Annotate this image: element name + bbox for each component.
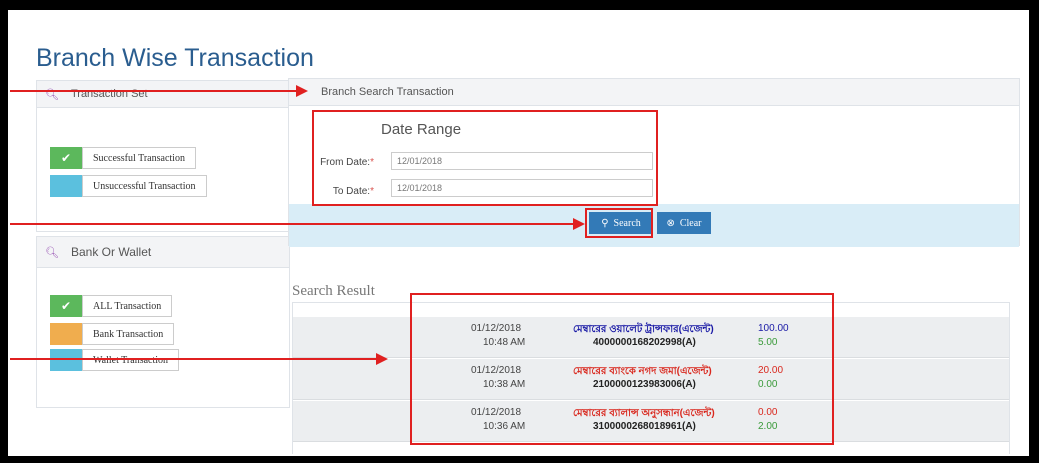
checkmark-icon: ✔ (50, 295, 82, 317)
unchecked-box (50, 175, 82, 197)
screenshot-frame: Branch Wise Transaction 🔍︎ Transaction S… (8, 10, 1029, 456)
search-icon: 🔍︎ (45, 246, 59, 259)
all-transaction-checkbox[interactable]: ✔ ALL Transaction (50, 295, 173, 317)
branch-search-header[interactable]: Branch Search Transaction (289, 79, 1019, 106)
bank-transaction-checkbox[interactable]: Bank Transaction (50, 323, 175, 345)
clear-icon: ⊗ (666, 217, 675, 229)
clear-button-label: Clear (679, 217, 702, 229)
action-bar (289, 204, 1019, 247)
bank-or-wallet-panel: 🔍︎ Bank Or Wallet ✔ ALL Transaction Bank… (36, 236, 290, 408)
unsuccessful-transaction-checkbox[interactable]: Unsuccessful Transaction (50, 175, 207, 197)
successful-transaction-checkbox[interactable]: ✔ Successful Transaction (50, 147, 196, 169)
checkmark-icon: ✔ (50, 147, 82, 169)
wallet-transaction-checkbox[interactable]: Wallet Transaction (50, 349, 180, 371)
transaction-set-panel: 🔍︎ Transaction Set ✔ Successful Transact… (36, 80, 290, 232)
arrow-head-2 (573, 218, 585, 230)
unsuccessful-transaction-label: Unsuccessful Transaction (82, 175, 207, 197)
wallet-transaction-label: Wallet Transaction (82, 349, 180, 371)
arrow-line-1 (10, 90, 298, 92)
result-highlight (410, 293, 834, 445)
all-transaction-label: ALL Transaction (82, 295, 173, 317)
search-result-title: Search Result (292, 283, 375, 299)
unchecked-box (50, 323, 82, 345)
clear-button[interactable]: ⊗ Clear (657, 212, 711, 234)
bank-or-wallet-title: Bank Or Wallet (70, 245, 152, 259)
search-button-highlight (585, 208, 653, 238)
unchecked-box (50, 349, 82, 371)
successful-transaction-label: Successful Transaction (82, 147, 196, 169)
arrow-head-3 (376, 353, 388, 365)
page-title: Branch Wise Transaction (36, 44, 314, 72)
arrow-head-1 (296, 85, 308, 97)
arrow-line-3 (10, 358, 378, 360)
arrow-line-2 (10, 223, 575, 225)
branch-search-title: Branch Search Transaction (321, 86, 454, 98)
date-range-highlight (312, 110, 658, 206)
bank-or-wallet-header[interactable]: 🔍︎ Bank Or Wallet (37, 237, 289, 268)
bank-transaction-label: Bank Transaction (82, 323, 175, 345)
transaction-set-header[interactable]: 🔍︎ Transaction Set (37, 81, 289, 108)
